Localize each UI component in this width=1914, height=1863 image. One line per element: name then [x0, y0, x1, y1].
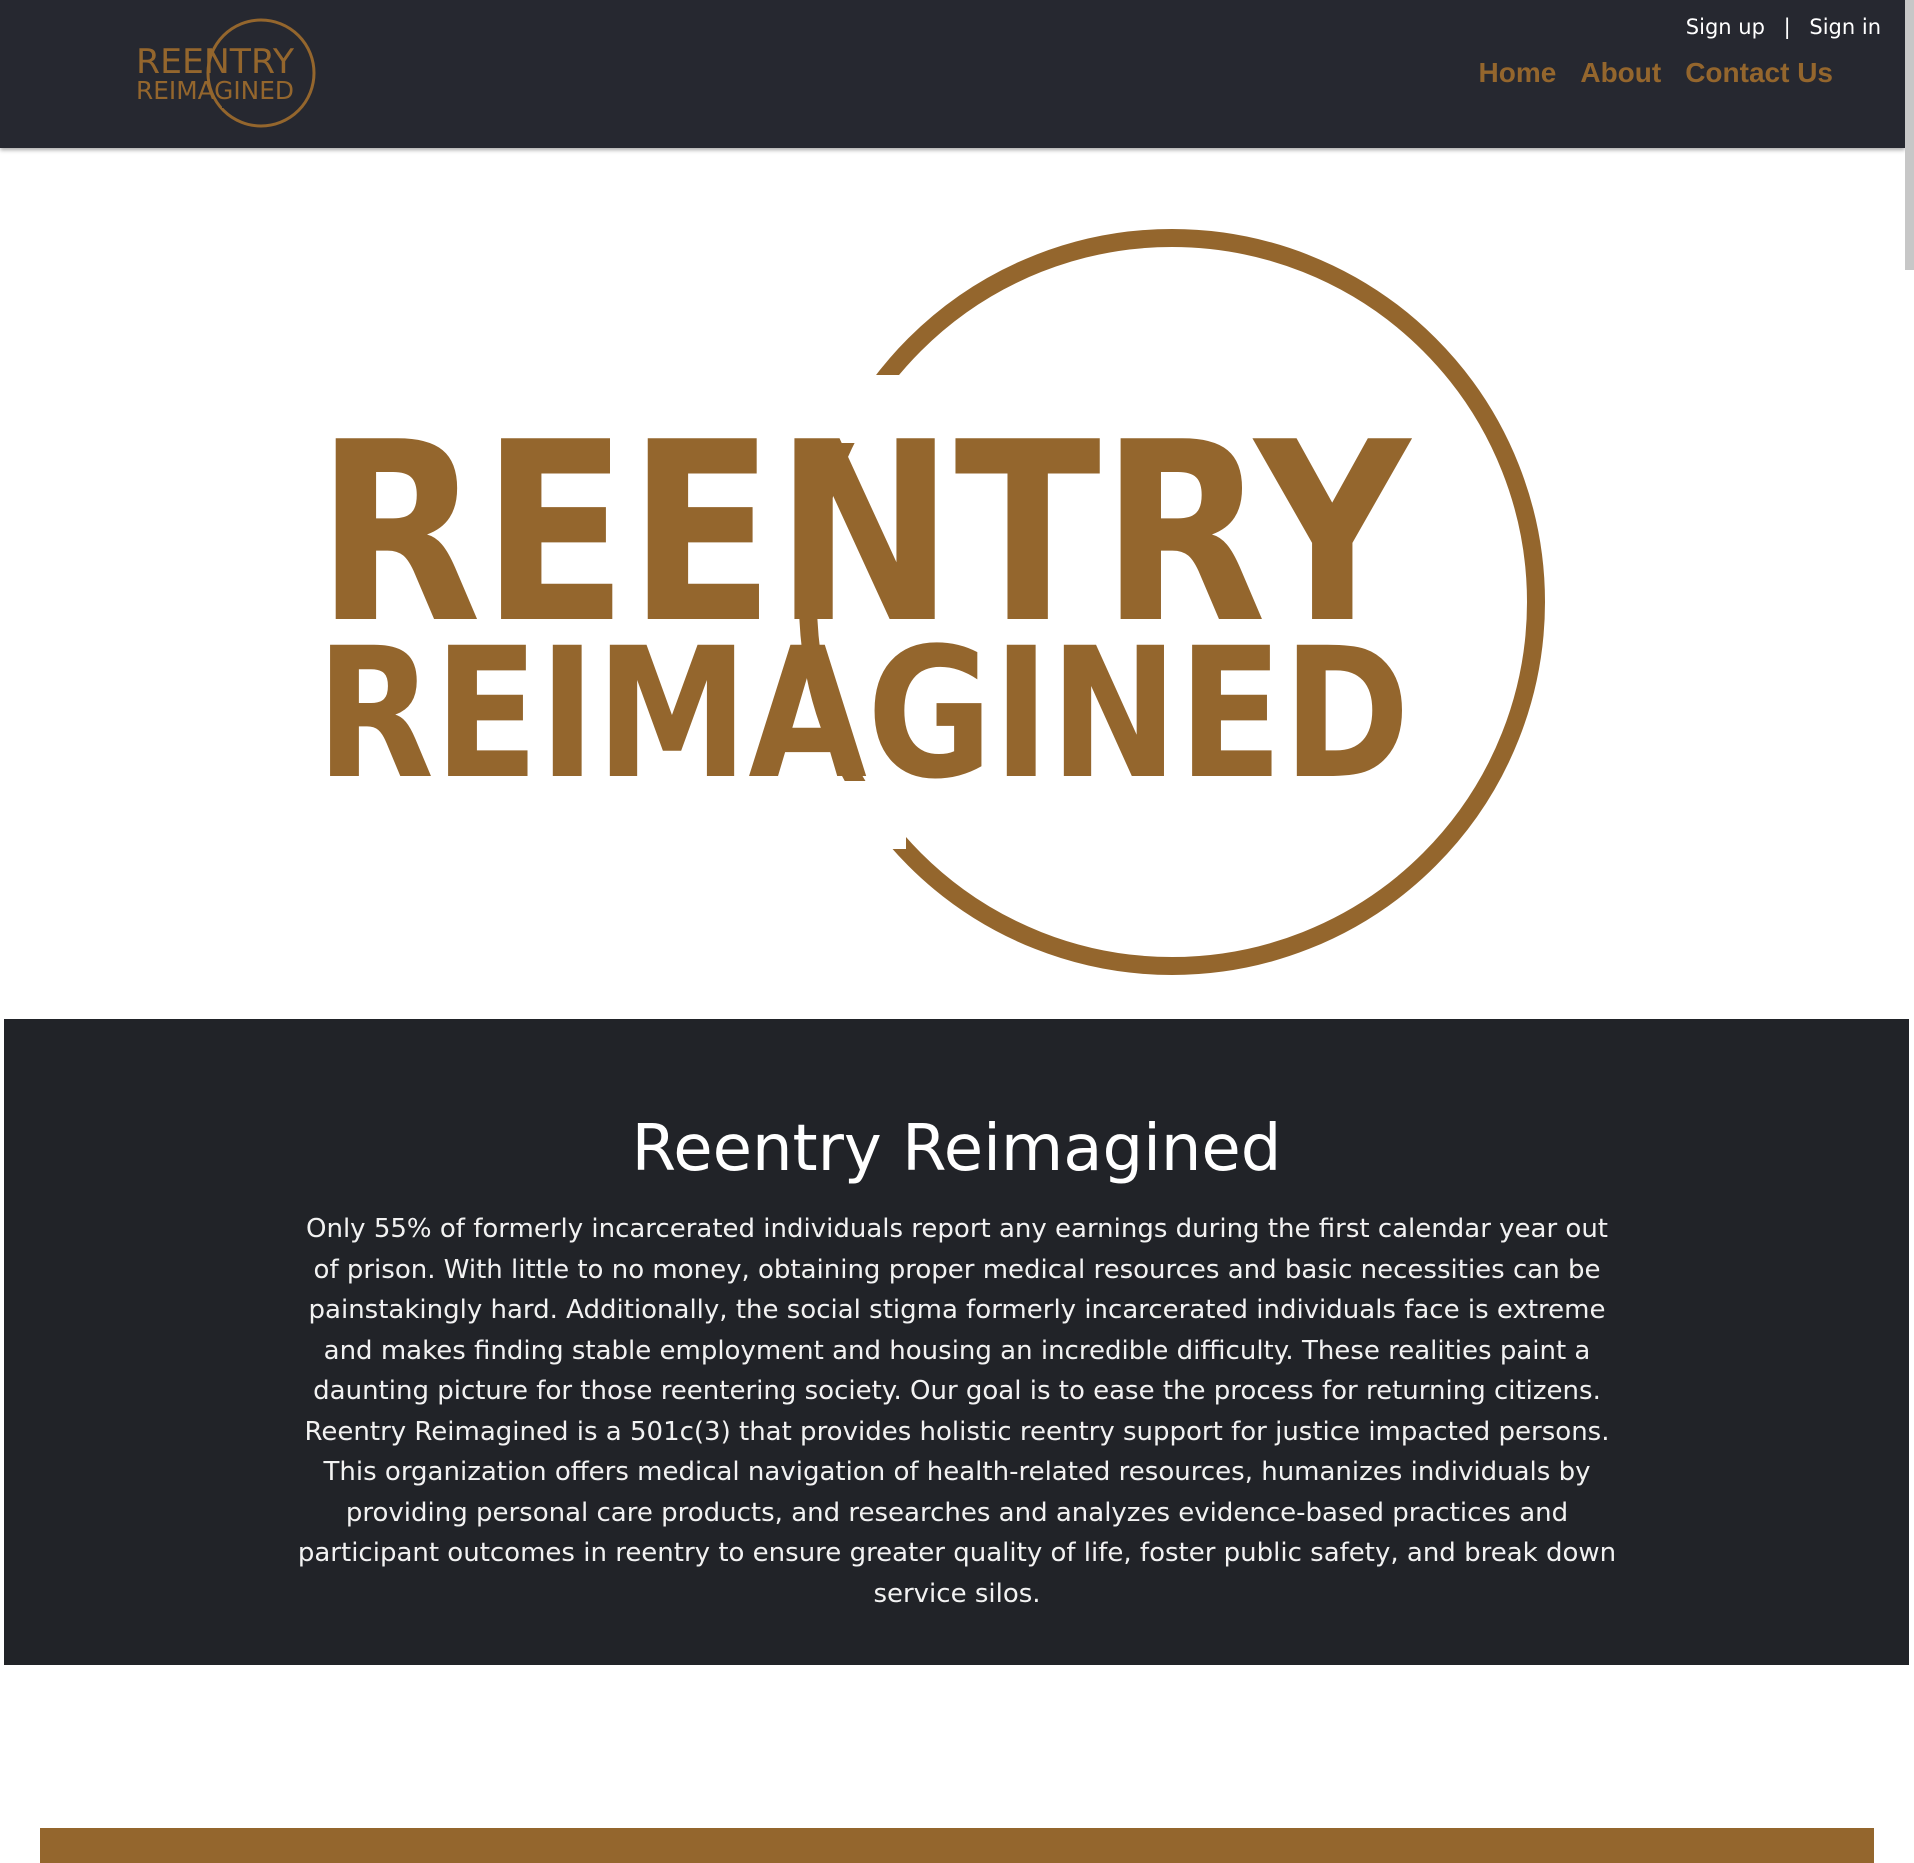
auth-links: Sign up | Sign in	[1686, 12, 1881, 42]
sign-up-link[interactable]: Sign up	[1686, 15, 1765, 39]
auth-separator: |	[1783, 15, 1791, 39]
nav-home[interactable]: Home	[1479, 54, 1557, 92]
hero-logo: REENTRY REIMAGINED	[316, 229, 1545, 975]
about-section: Reentry Reimagined Only 55% of formerly …	[4, 1019, 1909, 1665]
sign-in-link[interactable]: Sign in	[1809, 15, 1881, 39]
main-nav: Home About Contact Us	[1479, 54, 1833, 92]
footer-accent-bar	[40, 1828, 1874, 1863]
header-logo[interactable]: REENTRY REIMAGINED	[134, 16, 318, 130]
about-title: Reentry Reimagined	[631, 1112, 1282, 1186]
nav-contact-us[interactable]: Contact Us	[1685, 54, 1833, 92]
nav-about[interactable]: About	[1580, 54, 1661, 92]
hero-logo-line-2: REIMAGINED	[316, 610, 1410, 819]
site-header: REENTRY REIMAGINED Sign up | Sign in Hom…	[0, 0, 1905, 148]
about-text: Only 55% of formerly incarcerated indivi…	[297, 1214, 1617, 1609]
header-logo-line-2: REIMAGINED	[136, 76, 294, 105]
